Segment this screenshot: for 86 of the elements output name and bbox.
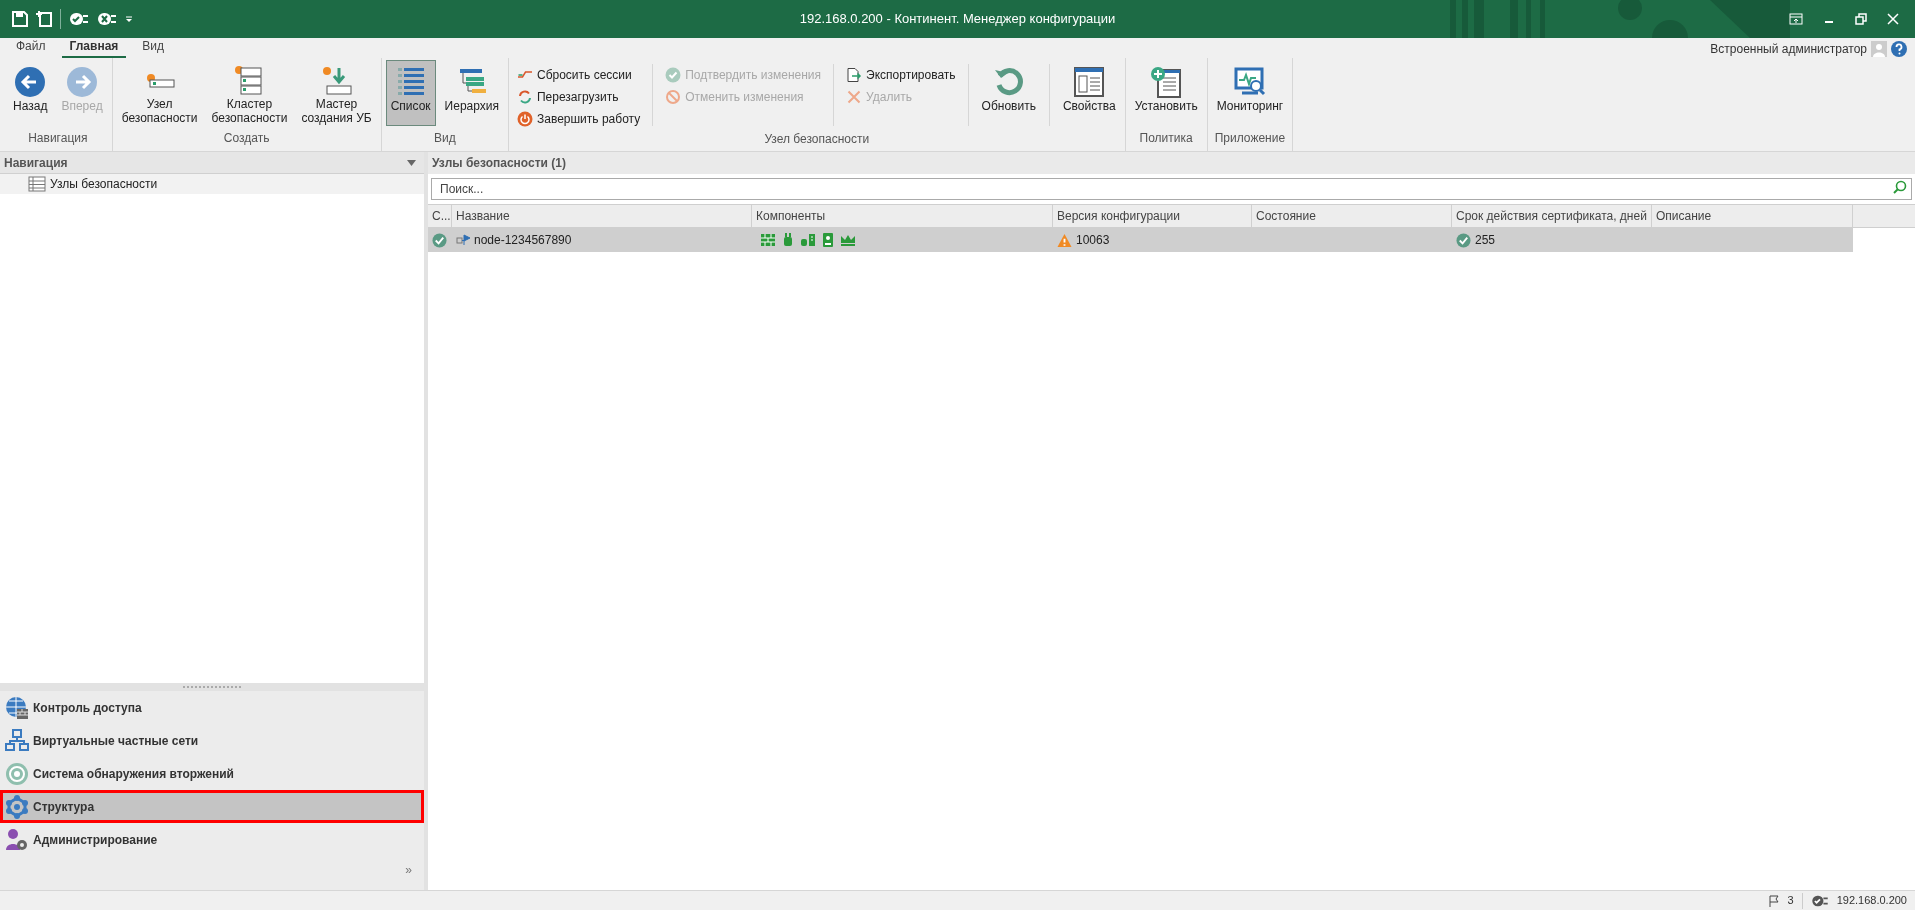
- ribbon-group-label: Создать: [223, 130, 270, 147]
- more-button[interactable]: »: [405, 864, 412, 876]
- brick-wall-icon: [760, 232, 776, 248]
- search-field[interactable]: Поиск...: [431, 178, 1912, 200]
- column-header[interactable]: Версия конфигурации: [1053, 205, 1252, 227]
- check-circle-icon: [665, 67, 682, 83]
- user-name: Встроенный администратор: [1710, 41, 1867, 58]
- monitor-search-icon: [1233, 66, 1266, 98]
- restore-ribbon-icon[interactable]: [1789, 13, 1803, 25]
- ribbon-group-label: Вид: [433, 130, 456, 147]
- server-download-icon: [320, 65, 353, 97]
- column-header[interactable]: Состояние: [1252, 205, 1452, 227]
- document-add-icon: [1150, 66, 1183, 98]
- network-icon: [5, 728, 29, 753]
- cross-icon: [846, 89, 863, 105]
- panel-title: Узлы безопасности (1): [432, 155, 566, 172]
- plug-check-icon: [1810, 894, 1829, 907]
- column-header[interactable]: Компоненты: [752, 205, 1053, 227]
- module-button[interactable]: Виртуальные частные сети: [0, 724, 424, 757]
- ribbon-button[interactable]: Перезагрузить: [513, 86, 645, 108]
- check-circle-icon: [432, 232, 447, 248]
- connector-icon: [800, 232, 816, 248]
- window-title: 192.168.0.200 - Континент. Менеджер конфигурации: [799, 10, 1116, 29]
- ribbon-button[interactable]: Обновить: [976, 60, 1041, 126]
- save-icon[interactable]: [12, 11, 28, 27]
- warning-icon: [1057, 232, 1072, 248]
- refresh-icon: [992, 66, 1025, 98]
- table-cell-text: node-1234567890: [474, 232, 572, 249]
- user-gear-icon: [5, 827, 29, 852]
- table-row[interactable]: node-1234567890 10063 255: [428, 228, 1853, 252]
- cancel-icon: [665, 89, 682, 105]
- ribbon-button[interactable]: Мастер создания УБ: [296, 60, 377, 126]
- restore-icon[interactable]: [1855, 13, 1867, 25]
- ribbon-button[interactable]: Завершить работу: [513, 108, 645, 130]
- radar-icon: [5, 761, 29, 786]
- panel-title: Навигация: [4, 154, 68, 172]
- window-icon: [1073, 66, 1106, 98]
- ribbon-button[interactable]: Кластер безопасности: [206, 60, 293, 126]
- plug-cross-icon[interactable]: [97, 12, 117, 26]
- ribbon-button[interactable]: Сбросить сессии: [513, 64, 645, 86]
- column-header[interactable]: Описание: [1652, 205, 1853, 227]
- ribbon-button[interactable]: Свойства: [1057, 60, 1121, 126]
- ribbon-button[interactable]: Экспортировать: [842, 64, 960, 86]
- power-icon: [517, 111, 533, 127]
- ribbon-group-label: Приложение: [1214, 130, 1286, 147]
- ribbon-tab[interactable]: Главная: [61, 37, 127, 58]
- id-card-icon: [820, 232, 836, 248]
- column-header[interactable]: Срок действия сертификата, дней: [1452, 205, 1652, 227]
- module-button[interactable]: Администрирование: [0, 823, 424, 856]
- close-icon[interactable]: [1887, 13, 1899, 25]
- list-icon: [28, 176, 46, 192]
- ribbon-tab[interactable]: Файл: [8, 37, 54, 58]
- column-header[interactable]: С...: [428, 205, 452, 227]
- ribbon-button[interactable]: Назад: [8, 60, 53, 126]
- module-button[interactable]: Структура: [0, 790, 424, 823]
- status-count: 3: [1787, 893, 1794, 909]
- dropdown-icon[interactable]: [407, 159, 416, 166]
- plug-check-icon[interactable]: [69, 12, 89, 26]
- globe-icon: [5, 695, 29, 720]
- ribbon-group-label: Узел безопасности: [764, 131, 870, 148]
- ribbon-group-label: Навигация: [28, 130, 88, 147]
- arrow-right-icon: [66, 66, 98, 98]
- ribbon-tab[interactable]: Вид: [134, 37, 173, 58]
- table-cell-text: 10063: [1076, 232, 1110, 249]
- document-add-icon[interactable]: [36, 11, 52, 27]
- ribbon-button[interactable]: Мониторинг: [1211, 60, 1289, 126]
- check-circle-icon: [1456, 232, 1471, 248]
- table-cell-text: 255: [1475, 232, 1496, 249]
- module-button[interactable]: Система обнаружения вторжений: [0, 757, 424, 790]
- node-flag-icon: [456, 234, 470, 246]
- ribbon-button[interactable]: Установить: [1129, 60, 1203, 126]
- ribbon-button[interactable]: Иерархия: [439, 60, 504, 126]
- flag-icon: [1767, 894, 1780, 907]
- column-header[interactable]: Название: [452, 205, 752, 227]
- help-icon[interactable]: [1891, 41, 1907, 57]
- search-icon[interactable]: [1893, 180, 1907, 194]
- export-icon: [846, 67, 863, 83]
- arrow-left-icon: [14, 66, 47, 98]
- ribbon-button[interactable]: Список: [385, 60, 436, 126]
- status-connection: 192.168.0.200: [1836, 893, 1907, 909]
- reload-icon: [517, 89, 533, 105]
- dropdown-icon[interactable]: [125, 15, 133, 23]
- ribbon-button[interactable]: Узел безопасности: [116, 60, 203, 126]
- module-button[interactable]: Контроль доступа: [0, 691, 424, 724]
- tree-item[interactable]: Узлы безопасности: [0, 174, 424, 194]
- ribbon-group-label: Политика: [1139, 130, 1193, 147]
